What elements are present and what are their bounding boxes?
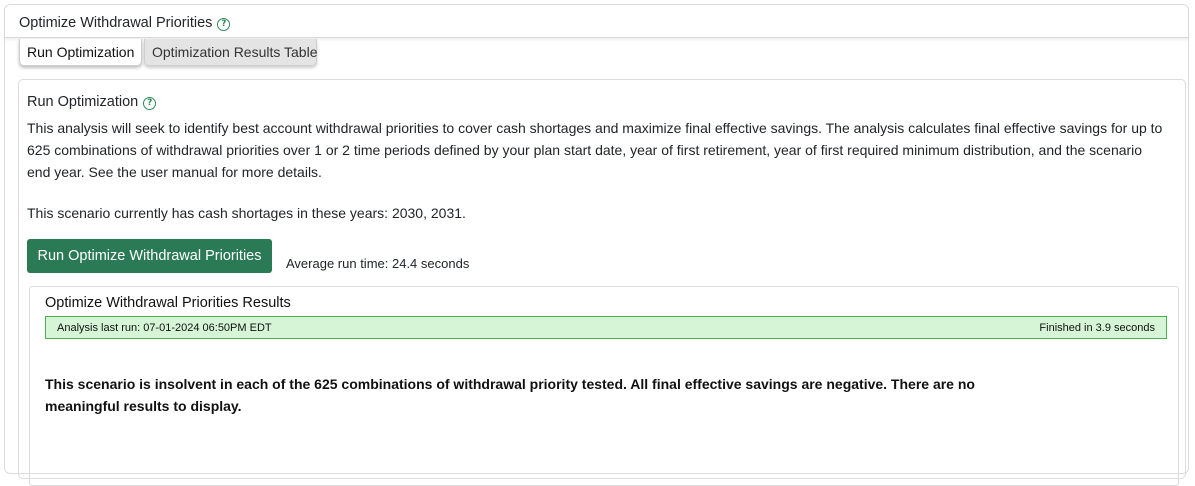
help-icon[interactable]: ? bbox=[217, 18, 231, 31]
insolvent-message: This scenario is insolvent in each of th… bbox=[45, 376, 975, 414]
run-optimization-panel: Run Optimization? This analysis will see… bbox=[18, 79, 1186, 486]
finished-text: Finished in 3.9 seconds bbox=[1039, 322, 1155, 334]
optimize-card: Optimize Withdrawal Priorities? Run Opti… bbox=[4, 4, 1189, 486]
card-header: Optimize Withdrawal Priorities? bbox=[5, 5, 1188, 38]
last-run-text: Analysis last run: 07-01-2024 06:50PM ED… bbox=[57, 322, 272, 334]
analysis-description: This analysis will seek to identify best… bbox=[27, 120, 1163, 180]
status-bar: Analysis last run: 07-01-2024 06:50PM ED… bbox=[45, 316, 1167, 339]
panel-title-text: Run Optimization bbox=[27, 94, 139, 110]
cash-shortage-text: This scenario currently has cash shortag… bbox=[27, 205, 466, 221]
results-title: Optimize Withdrawal Priorities Results bbox=[45, 295, 291, 311]
run-optimize-button[interactable]: Run Optimize Withdrawal Priorities bbox=[27, 239, 272, 273]
tab-run-optimization[interactable]: Run Optimization bbox=[19, 39, 142, 66]
panel-title: Run Optimization? bbox=[27, 94, 157, 110]
tab-optimization-results-table[interactable]: Optimization Results Table bbox=[144, 39, 317, 66]
help-icon[interactable]: ? bbox=[143, 97, 157, 110]
page-title: Optimize Withdrawal Priorities? bbox=[19, 15, 231, 31]
page-title-text: Optimize Withdrawal Priorities bbox=[19, 15, 213, 31]
average-run-time: Average run time: 24.4 seconds bbox=[286, 256, 470, 271]
results-box: Optimize Withdrawal Priorities Results A… bbox=[29, 286, 1179, 486]
